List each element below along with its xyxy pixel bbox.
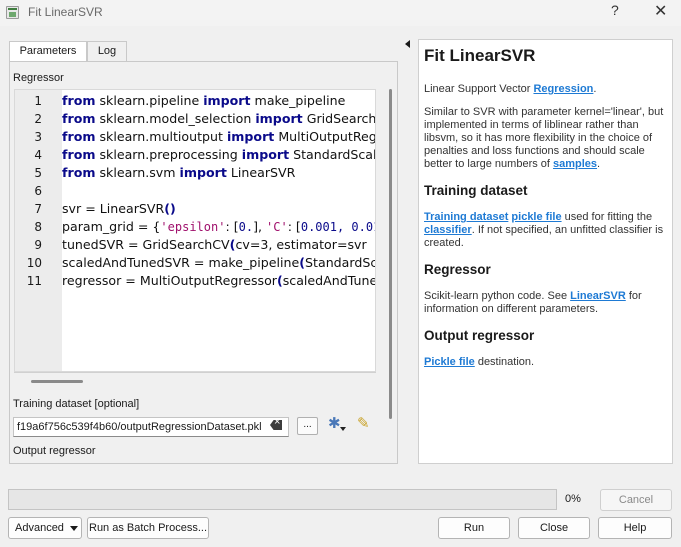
code-line: from sklearn.multioutput import MultiOut… (62, 129, 376, 144)
code-line: tunedSVR = GridSearchCV(cv=3, estimator=… (62, 237, 367, 252)
close-button[interactable]: Close (518, 517, 590, 539)
browse-button[interactable]: ... (297, 417, 318, 435)
app-icon (6, 6, 19, 19)
help-link[interactable]: Regression (533, 83, 593, 95)
code-line: scaledAndTunedSVR = make_pipeline(Standa… (62, 255, 376, 270)
run-as-batch-button[interactable]: Run as Batch Process... (87, 517, 209, 539)
line-number: 8 (34, 220, 42, 234)
line-number: 5 (34, 166, 42, 180)
advanced-button[interactable]: Advanced (8, 517, 82, 539)
code-line: param_grid = {'epsilon': [0.], 'C': [0.0… (62, 219, 376, 234)
code-editor[interactable]: 1 2 3 4 5 6 7 8 9 10 11 from sklearn.pipeline impo… (14, 89, 376, 372)
code-line: from sklearn.preprocessing import Standa… (62, 147, 376, 162)
code-line: regressor = MultiOutputRegressor(scaledA… (62, 273, 375, 288)
line-number-gutter: 1 2 3 4 5 6 7 8 9 10 11 (15, 90, 62, 371)
training-dataset-input[interactable]: f19a6f756c539f4b60/outputRegressionDatas… (13, 417, 289, 437)
line-number: 6 (34, 184, 42, 198)
tab-parameters[interactable]: Parameters (9, 41, 87, 62)
scrollbar-thumb[interactable] (31, 380, 83, 383)
line-number: 2 (34, 112, 42, 126)
training-dataset-label: Training dataset [optional] (13, 398, 140, 410)
line-number: 11 (26, 274, 42, 288)
cancel-button[interactable]: Cancel (600, 489, 672, 511)
code-line: svr = LinearSVR() (62, 201, 176, 216)
regressor-label: Regressor (13, 72, 64, 84)
output-regressor-label: Output regressor (13, 445, 96, 457)
help-description-text: Similar to SVR with parameter kernel='li… (424, 106, 664, 170)
help-link[interactable]: pickle file (511, 211, 561, 223)
chevron-down-icon[interactable] (340, 427, 346, 431)
help-link[interactable]: LinearSVR (570, 290, 626, 302)
window-title: Fit LinearSVR (28, 5, 103, 19)
editor-horizontal-scrollbar[interactable] (14, 372, 376, 389)
pencil-icon[interactable]: ✎ (357, 416, 370, 432)
help-link[interactable]: classifier (424, 224, 472, 236)
code-line: from sklearn.model_selection import Grid… (62, 111, 376, 126)
code-line: from sklearn.pipeline import make_pipeli… (62, 93, 346, 108)
code-line: from sklearn.svm import LinearSVR (62, 165, 296, 180)
panel-vertical-scrollbar[interactable] (389, 89, 392, 419)
advanced-label: Advanced (15, 522, 64, 534)
help-section-text: Training dataset pickle file used for fi… (424, 211, 664, 249)
help-section-heading: Training dataset (424, 183, 528, 198)
help-title: Fit LinearSVR (424, 46, 536, 65)
help-sections: Training dataset Training dataset pickle … (424, 183, 668, 369)
chevron-down-icon (70, 526, 78, 531)
help-section-text: Scikit-learn python code. See LinearSVR … (424, 290, 642, 315)
help-button[interactable]: Help (598, 517, 672, 539)
collapse-help-icon[interactable] (405, 40, 410, 48)
help-description: Similar to SVR with parameter kernel='li… (424, 106, 668, 171)
line-number: 3 (34, 130, 42, 144)
help-link-samples[interactable]: samples (553, 158, 597, 170)
title-bar: Fit LinearSVR ? ✕ (0, 0, 681, 26)
line-number: 10 (26, 256, 42, 270)
line-number: 1 (34, 94, 42, 108)
close-icon[interactable]: ✕ (654, 1, 667, 21)
gear-icon[interactable]: ✱ (328, 416, 341, 432)
line-number: 9 (34, 238, 42, 252)
progress-bar (8, 489, 557, 510)
help-link[interactable]: Training dataset (424, 211, 508, 223)
line-number: 4 (34, 148, 42, 162)
progress-text: 0% (565, 493, 581, 505)
run-button[interactable]: Run (438, 517, 510, 539)
help-link[interactable]: Pickle file (424, 356, 475, 368)
help-panel: Fit LinearSVR Linear Support Vector Regr… (418, 39, 673, 464)
help-intro: Linear Support Vector Regression. (424, 83, 597, 95)
help-section-text: Pickle file destination. (424, 356, 535, 368)
help-section-heading: Regressor (424, 262, 491, 277)
help-description-end: . (597, 158, 601, 170)
help-icon[interactable]: ? (611, 2, 619, 18)
help-section-heading: Output regressor (424, 328, 535, 343)
tab-log[interactable]: Log (87, 41, 127, 61)
line-number: 7 (34, 202, 42, 216)
